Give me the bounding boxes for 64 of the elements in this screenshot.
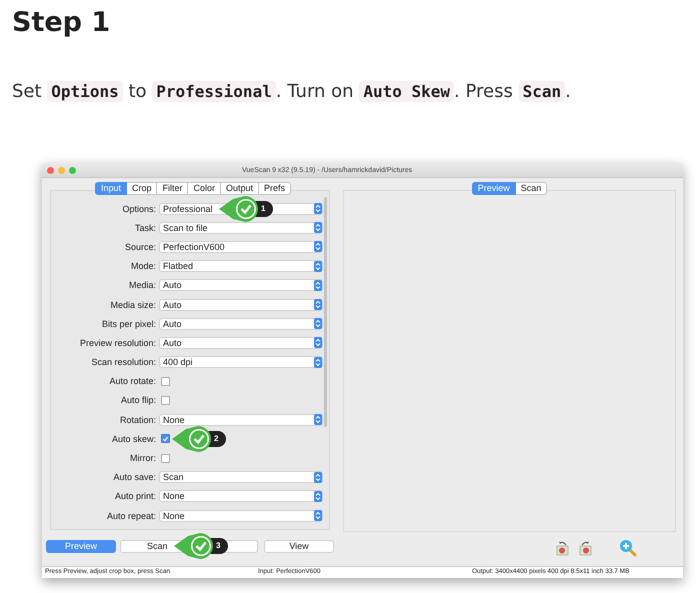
setting-label: Mirror:	[129, 453, 157, 464]
zoom-in-icon[interactable]	[619, 539, 637, 557]
stepper-icon	[314, 472, 322, 483]
step-heading: Step 1	[12, 6, 112, 40]
minimize-icon[interactable]	[58, 166, 65, 174]
setting-label: Mode:	[130, 261, 157, 272]
checkmark-callout-icon	[219, 194, 259, 223]
setting-label: Source:	[124, 242, 157, 252]
stepper-icon	[314, 222, 322, 234]
dropdown[interactable]: 400 dpi	[159, 356, 323, 368]
rotate-left-icon[interactable]	[555, 540, 571, 556]
zoom-icon[interactable]	[69, 166, 76, 174]
view-tab[interactable]: Scan	[516, 182, 548, 195]
stepper-icon	[314, 260, 322, 272]
setting-label: Media size:	[109, 300, 157, 310]
dropdown[interactable]: Scan to file	[159, 222, 323, 234]
checkbox[interactable]	[161, 396, 170, 405]
setting-label: Auto print:	[114, 491, 157, 502]
stepper-icon	[314, 490, 322, 502]
dropdown[interactable]: PerfectionV600	[159, 240, 323, 253]
setting-label: Task:	[134, 222, 157, 233]
settings-tab[interactable]: Crop	[126, 182, 158, 195]
close-icon[interactable]	[47, 166, 54, 174]
setting-label: Rotation:	[118, 414, 157, 425]
dropdown[interactable]: Scan	[159, 471, 323, 484]
stepper-icon	[314, 337, 322, 348]
setting-label: Auto flip:	[120, 395, 157, 406]
setting-label: Scan resolution:	[90, 357, 157, 368]
checkbox[interactable]	[161, 454, 170, 463]
settings-tab[interactable]: Prefs	[259, 182, 292, 195]
setting-label: Bits per pixel:	[100, 318, 157, 329]
action-button[interactable]: View	[264, 540, 334, 552]
stepper-icon	[314, 241, 322, 252]
stepper-icon	[314, 318, 322, 330]
instruction-text: Set Options to Professional . Turn on Auto Skew . Press Scan .	[12, 80, 572, 104]
dropdown[interactable]: Auto	[159, 298, 323, 311]
stepper-icon	[314, 414, 322, 426]
setting-label: Auto skew:	[110, 434, 157, 444]
settings-tab[interactable]: Filter	[157, 182, 188, 195]
checkbox[interactable]	[161, 376, 170, 386]
settings-tab[interactable]: Output	[221, 182, 260, 195]
stepper-icon	[314, 356, 322, 368]
dropdown[interactable]: Auto	[159, 279, 323, 292]
stepper-icon	[314, 203, 322, 214]
dropdown[interactable]: None	[159, 490, 323, 502]
setting-label: Auto repeat:	[106, 510, 157, 521]
checkbox[interactable]	[161, 434, 170, 444]
dropdown[interactable]: None	[159, 414, 323, 426]
setting-label: Media:	[128, 280, 157, 290]
dropdown[interactable]: Auto	[159, 336, 323, 349]
rotate-right-icon[interactable]	[577, 540, 593, 556]
stepper-icon	[314, 299, 322, 310]
stepper-icon	[314, 280, 322, 291]
dropdown[interactable]: Flatbed	[159, 260, 323, 272]
setting-label: Preview resolution:	[78, 338, 157, 348]
setting-label: Auto save:	[112, 472, 157, 482]
dropdown[interactable]: Auto	[159, 318, 323, 330]
checkmark-callout-icon	[172, 424, 212, 453]
setting-label: Auto rotate:	[108, 376, 157, 386]
checkmark-callout-icon	[174, 532, 214, 560]
dropdown[interactable]: None	[159, 510, 323, 522]
stepper-icon	[314, 510, 322, 522]
settings-tab[interactable]: Color	[188, 182, 221, 195]
setting-label: Options:	[121, 204, 157, 214]
